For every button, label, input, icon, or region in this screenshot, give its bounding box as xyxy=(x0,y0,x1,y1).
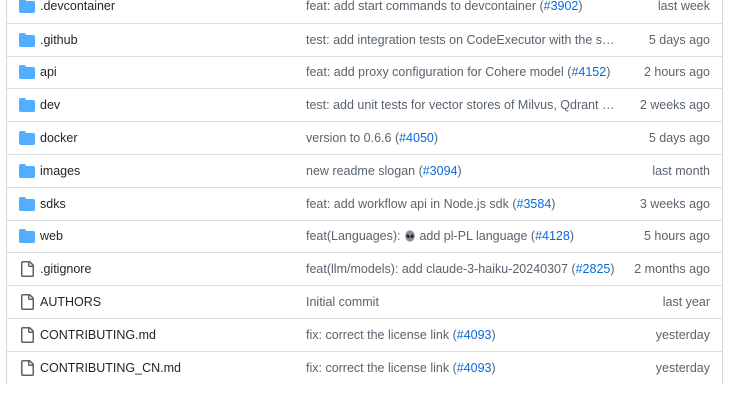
commit-message-text: ) xyxy=(610,262,615,277)
file-name-link[interactable]: .github xyxy=(40,33,78,47)
commit-date: 5 days ago xyxy=(648,131,710,146)
file-row-github[interactable]: .github test: add integration tests on C… xyxy=(7,22,722,56)
file-row-gitignore[interactable]: .gitignore feat(llm/models): add claude-… xyxy=(7,252,722,285)
file-row-web[interactable]: web feat(Languages): add pl-PL language … xyxy=(7,219,722,253)
file-name-link[interactable]: web xyxy=(40,229,63,243)
commit-message-text: test: add unit tests for vector stores o… xyxy=(306,98,616,113)
commit-date: 2 weeks ago xyxy=(639,98,710,113)
issue-link[interactable]: #3094 xyxy=(423,164,458,178)
folder-icon xyxy=(19,32,35,48)
commit-message-text: version to 0.6.6 ( xyxy=(306,131,400,146)
file-name-link[interactable]: docker xyxy=(40,131,78,145)
file-name-link[interactable]: images xyxy=(40,164,80,178)
commit-message-link[interactable]: version to 0.6.6 (#4050) xyxy=(306,131,616,145)
commit-message-link[interactable]: test: add integration tests on CodeExecu… xyxy=(306,33,616,47)
commit-message-link[interactable]: test: add unit tests for vector stores o… xyxy=(306,98,616,112)
commit-date: yesterday xyxy=(655,360,710,375)
commit-date: last week xyxy=(657,0,710,14)
commit-message-text: fix: correct the license link ( xyxy=(306,360,457,375)
file-name-link[interactable]: CONTRIBUTING_CN.md xyxy=(40,361,181,375)
folder-icon xyxy=(19,64,35,80)
folder-icon xyxy=(19,0,35,14)
commit-message-text: ) xyxy=(551,196,556,211)
issue-link[interactable]: #4093 xyxy=(457,361,492,375)
file-icon xyxy=(19,326,35,343)
commit-date: 5 hours ago xyxy=(643,229,710,244)
folder-icon xyxy=(19,196,35,212)
folder-icon xyxy=(19,97,35,113)
commit-message-text: new readme slogan ( xyxy=(306,163,423,178)
commit-message-text: ) xyxy=(433,131,439,146)
commit-message-link[interactable]: feat: add workflow api in Node.js sdk (#… xyxy=(306,197,616,211)
commit-message-text: feat: add start commands to devcontainer… xyxy=(306,0,544,14)
commit-message-text: feat: add proxy configuration for Cohere… xyxy=(306,65,572,80)
file-name-link[interactable]: .devcontainer xyxy=(40,0,115,13)
commit-date: 2 hours ago xyxy=(643,65,710,80)
folder-icon xyxy=(19,130,35,146)
file-row-authors[interactable]: AUTHORS Initial commit last year xyxy=(7,285,722,318)
commit-message-link[interactable]: new readme slogan (#3094) xyxy=(306,164,616,178)
file-row-images[interactable]: images new readme slogan (#3094) last mo… xyxy=(7,153,722,187)
commit-message-link[interactable]: Initial commit xyxy=(306,295,616,309)
file-row-contributing-cn-md[interactable]: CONTRIBUTING_CN.md fix: correct the lice… xyxy=(7,350,722,384)
commit-message-text: fix: correct the license link ( xyxy=(306,327,457,342)
file-name-link[interactable]: sdks xyxy=(40,197,66,211)
file-row-dev[interactable]: dev test: add unit tests for vector stor… xyxy=(7,88,722,121)
file-row-devcontainer[interactable]: .devcontainer feat: add start commands t… xyxy=(7,0,722,23)
commit-message-link[interactable]: feat: add start commands to devcontainer… xyxy=(306,0,616,13)
file-name-link[interactable]: AUTHORS xyxy=(40,295,101,309)
file-name-link[interactable]: .gitignore xyxy=(40,262,91,276)
file-name-link[interactable]: dev xyxy=(40,98,60,112)
file-row-docker[interactable]: docker version to 0.6.6 (#4050) 5 days a… xyxy=(7,121,722,154)
folder-icon xyxy=(19,228,35,244)
issue-link[interactable]: #2825 xyxy=(576,262,611,276)
commit-date: 3 weeks ago xyxy=(639,196,710,211)
commit-message-text: ) xyxy=(569,229,575,244)
file-icon xyxy=(19,294,35,311)
commit-message-text: ) xyxy=(578,0,583,14)
commit-message-text: ) xyxy=(457,163,462,178)
commit-message-text: add pl-PL language ( xyxy=(416,229,536,244)
issue-link[interactable]: #3584 xyxy=(517,197,552,211)
issue-link[interactable]: #4128 xyxy=(535,229,570,243)
commit-message-text: feat: add workflow api in Node.js sdk ( xyxy=(306,196,517,211)
issue-link[interactable]: #3902 xyxy=(544,0,579,13)
file-row-api[interactable]: api feat: add proxy configuration for Co… xyxy=(7,55,722,89)
commit-message-text: Initial commit xyxy=(306,295,379,310)
commit-message-link[interactable]: feat(llm/models): add claude-3-haiku-202… xyxy=(306,262,616,276)
issue-link[interactable]: #4050 xyxy=(399,131,434,145)
commit-message-text: feat(Languages): xyxy=(306,229,404,244)
file-list: .devcontainer feat: add start commands t… xyxy=(6,0,723,384)
alien-emoji-icon xyxy=(405,230,415,243)
commit-message-text: ) xyxy=(606,65,611,80)
file-icon xyxy=(19,359,35,376)
commit-message-link[interactable]: feat(Languages): add pl-PL language (#41… xyxy=(306,229,616,243)
commit-message-text: feat(llm/models): add claude-3-haiku-202… xyxy=(306,262,576,277)
commit-message-link[interactable]: fix: correct the license link (#4093) xyxy=(306,328,616,342)
file-row-contributing-md[interactable]: CONTRIBUTING.md fix: correct the license… xyxy=(7,317,722,351)
commit-message-text: ) xyxy=(491,327,496,342)
commit-date: last year xyxy=(662,295,710,310)
commit-message-text: ) xyxy=(491,360,496,375)
commit-date: 2 months ago xyxy=(634,262,710,277)
commit-message-link[interactable]: feat: add proxy configuration for Cohere… xyxy=(306,65,616,79)
commit-date: last month xyxy=(652,163,710,178)
issue-link[interactable]: #4152 xyxy=(571,65,606,79)
commit-date: 5 days ago xyxy=(648,32,710,47)
file-row-sdks[interactable]: sdks feat: add workflow api in Node.js s… xyxy=(7,186,722,220)
commit-date: yesterday xyxy=(655,327,710,342)
commit-message-text: test: add integration tests on CodeExecu… xyxy=(306,32,616,47)
commit-message-link[interactable]: fix: correct the license link (#4093) xyxy=(306,361,616,375)
folder-icon xyxy=(19,163,35,179)
file-name-link[interactable]: api xyxy=(40,65,57,79)
file-icon xyxy=(19,261,35,278)
file-name-link[interactable]: CONTRIBUTING.md xyxy=(40,328,156,342)
issue-link[interactable]: #4093 xyxy=(457,328,492,342)
